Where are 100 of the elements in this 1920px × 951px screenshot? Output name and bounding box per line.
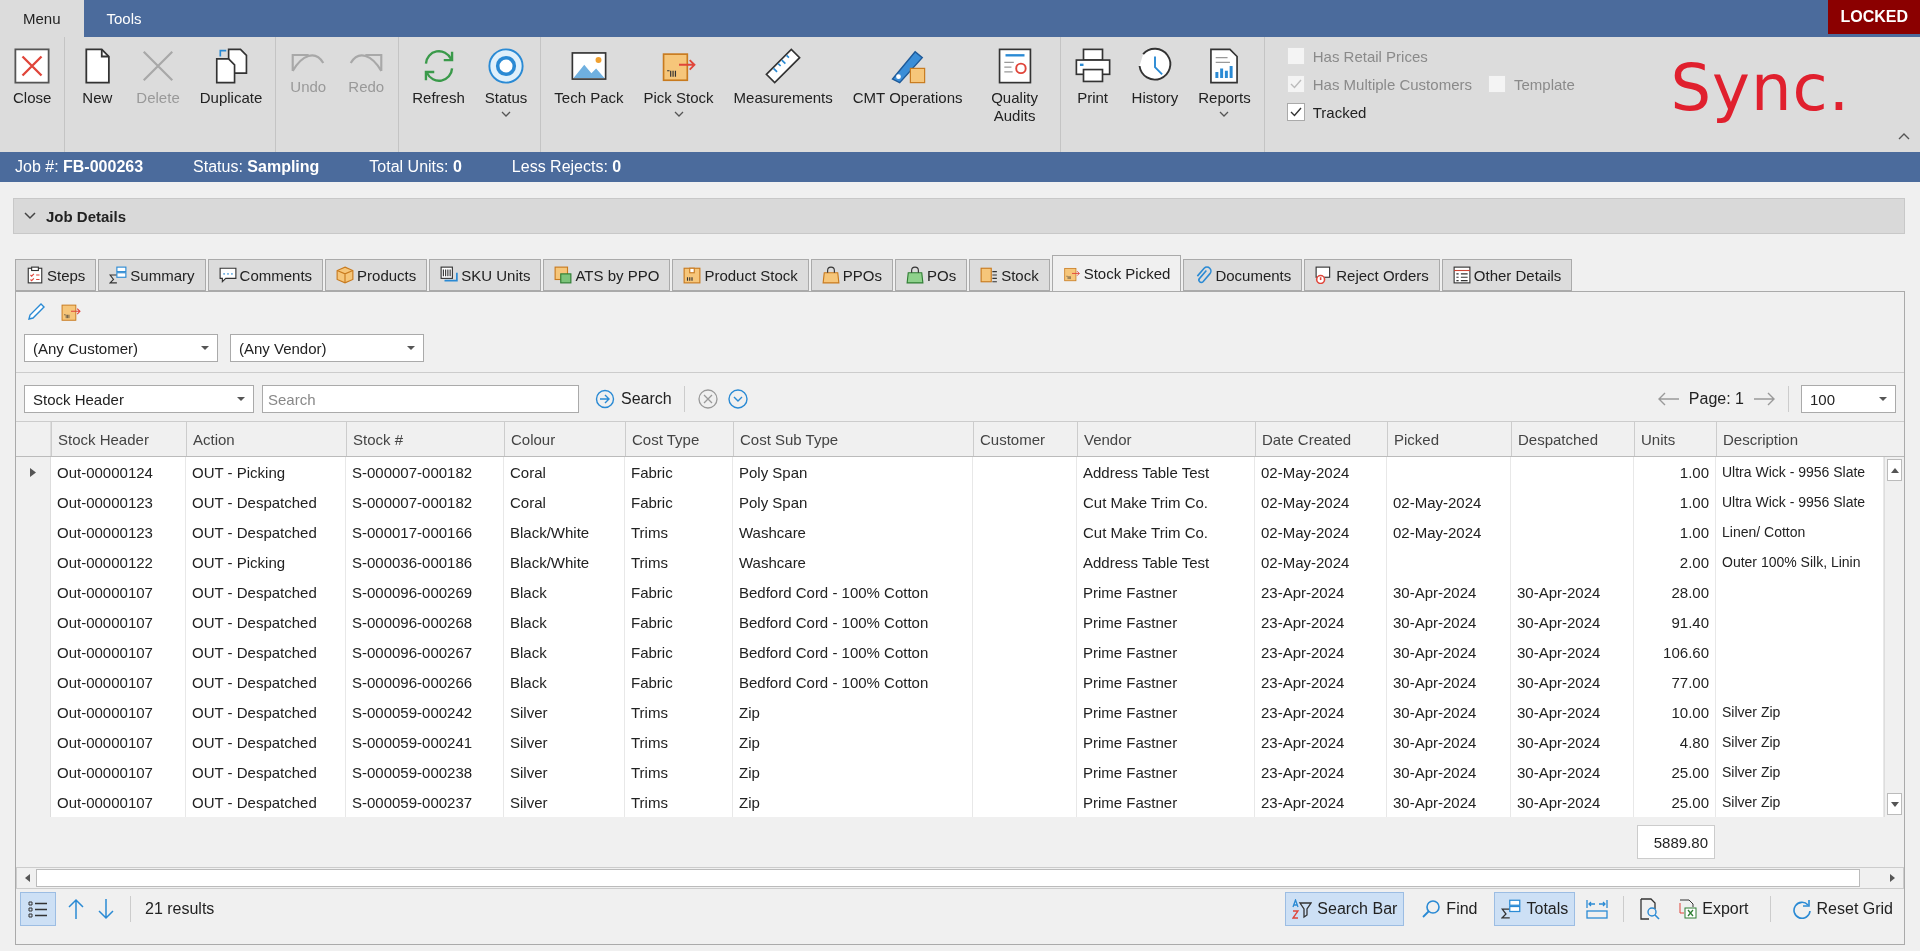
table-cell: Trims [625,757,733,787]
ribbon-button[interactable]: CMT Operations [843,43,972,148]
tab[interactable]: Stock Picked [1051,255,1182,292]
customer-dropdown[interactable]: (Any Customer) [24,334,218,362]
table-cell: Washcare [733,547,973,577]
table-cell: Black [504,607,625,637]
horizontal-scrollbar[interactable] [16,867,1904,889]
menu-tab[interactable]: Tools [83,0,165,37]
row-indicator-icon [30,467,36,477]
ribbon-button[interactable]: Pick Stock [634,43,723,148]
table-cell: Out-00000107 [51,667,186,697]
next-page-icon[interactable] [1752,391,1776,407]
table-cell: Zip [733,727,973,757]
search-field[interactable]: Search [262,385,579,413]
ring-icon [487,47,526,85]
ribbon-button[interactable]: Tech Pack [545,43,633,148]
table-cell: 30-Apr-2024 [1387,577,1511,607]
ribbon-button[interactable]: Close [4,43,61,148]
list-view-button[interactable] [20,892,56,926]
search-button[interactable]: Search [595,389,672,409]
scroll-down-button[interactable] [1887,793,1902,815]
tab[interactable]: Stock [969,259,1050,291]
ribbon-button[interactable]: Print [1064,43,1121,148]
toolbar-button[interactable]: Reset Grid [1784,892,1900,926]
column-header[interactable]: Description [1716,422,1884,456]
field-dropdown[interactable]: Stock Header [24,385,254,413]
tab[interactable]: PPOs [810,259,893,291]
row-header[interactable] [16,457,51,487]
toolbar-button[interactable]: Totals [1494,892,1576,926]
column-header[interactable]: Cost Type [625,422,733,456]
table-cell: 30-Apr-2024 [1387,757,1511,787]
ribbon-button[interactable]: Duplicate [190,43,272,148]
checkbox[interactable] [1286,103,1305,121]
cube-icon [336,266,355,284]
table-cell: 30-Apr-2024 [1511,637,1634,667]
clear-icon[interactable] [696,388,719,410]
table-cell: Out-00000107 [51,607,186,637]
tab[interactable]: Products [325,259,428,291]
section-header[interactable]: Job Details [13,198,1905,234]
tab[interactable]: Steps [15,259,97,291]
arrow-down-icon[interactable] [96,898,116,920]
fit-columns-icon[interactable] [1585,898,1610,920]
tab[interactable]: Product Stock [672,259,809,291]
ribbon-button[interactable]: History [1122,43,1188,148]
table-cell: 28.00 [1634,577,1716,607]
ribbon-button[interactable]: Reports [1189,43,1260,148]
tab[interactable]: Documents [1183,259,1303,291]
table-cell: S-000059-000242 [346,697,504,727]
column-header[interactable]: Despatched [1511,422,1634,456]
table-cell: Out-00000123 [51,517,186,547]
bag-icon [821,266,840,284]
tab[interactable]: Other Details [1441,259,1573,291]
previous-page-icon[interactable] [1656,391,1681,407]
table-cell: Silver [504,757,625,787]
ribbon-button[interactable]: Quality Audits [973,43,1056,148]
table-cell: 02-May-2024 [1255,487,1387,517]
column-header[interactable]: Stock Header [51,422,186,456]
ribbon-button[interactable]: New [69,43,126,148]
job-info: Status: Sampling [193,158,320,176]
table-cell: 10.00 [1634,697,1716,727]
expand-icon[interactable] [726,388,749,410]
menu-tab[interactable]: Menu [0,0,84,37]
pencil-icon[interactable] [26,302,46,322]
table-cell: Washcare [733,517,973,547]
ribbon-button[interactable]: Measurements [724,43,842,148]
vendor-dropdown[interactable]: (Any Vendor) [230,334,424,362]
ruler-icon [764,47,803,85]
tab[interactable]: Comments [207,259,324,291]
toolbar-button[interactable]: Find [1414,892,1485,926]
table-cell: Out-00000107 [51,697,186,727]
column-header[interactable]: Vendor [1077,422,1255,456]
table-cell: Trims [625,547,733,577]
caret-left-icon[interactable] [25,874,30,882]
print-preview-icon[interactable] [1638,898,1661,920]
caret-right-icon[interactable] [1890,874,1895,882]
checkbox-option[interactable]: Tracked [1286,103,1367,121]
column-header[interactable]: Colour [504,422,625,456]
table-cell: Out-00000107 [51,577,186,607]
table-cell: 30-Apr-2024 [1511,697,1634,727]
column-header[interactable]: Cost Sub Type [733,422,973,456]
page-size-dropdown[interactable]: 100 [1801,385,1896,413]
column-header[interactable]: Units [1634,422,1716,456]
ribbon-button[interactable]: Status [475,43,537,148]
column-header[interactable]: Picked [1387,422,1511,456]
collapse-icon[interactable] [1898,132,1910,140]
toolbar-button[interactable]: Export [1670,892,1756,926]
column-header[interactable]: Action [186,422,346,456]
tab[interactable]: Reject Orders [1304,259,1440,291]
tab[interactable]: ATS by PPO [543,259,671,291]
tab[interactable]: SKU Units [429,259,542,291]
toolbar-button[interactable]: Search Bar [1285,892,1405,926]
arrow-up-icon[interactable] [66,898,86,920]
tab[interactable]: POs [894,259,968,291]
tab[interactable]: Summary [98,259,206,291]
column-header[interactable]: Stock # [346,422,504,456]
ribbon-button[interactable]: Refresh [403,43,474,148]
column-header[interactable]: Customer [973,422,1077,456]
column-header[interactable]: Date Created [1255,422,1387,456]
scroll-up-button[interactable] [1887,459,1902,481]
table-cell: OUT - Despatched [186,607,346,637]
